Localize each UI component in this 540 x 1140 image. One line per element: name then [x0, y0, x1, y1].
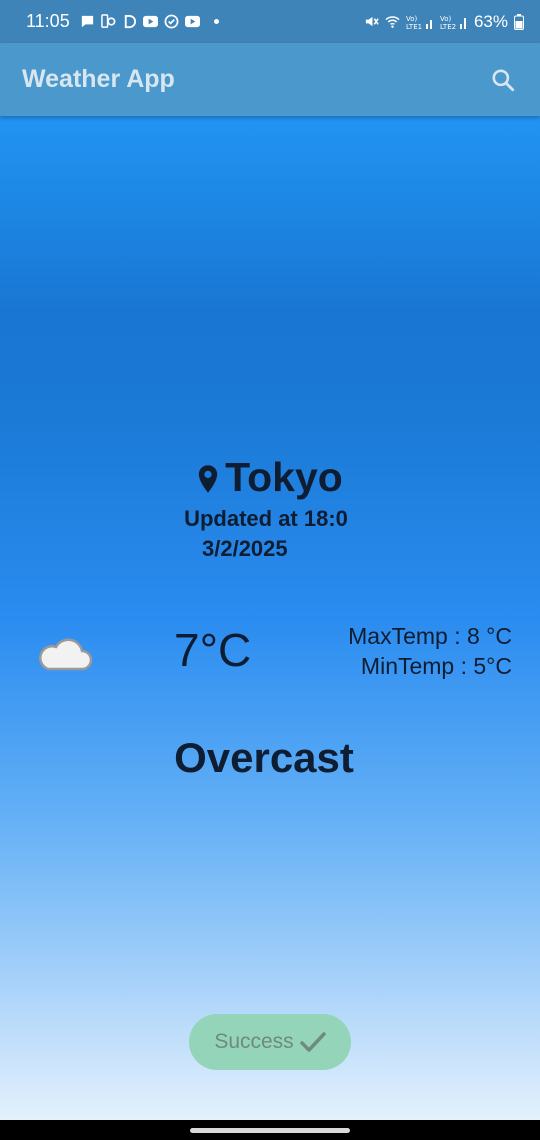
battery-icon [514, 13, 524, 30]
app-title: Weather App [22, 65, 175, 93]
message-icon [81, 15, 93, 28]
weather-condition: Overcast [174, 734, 354, 781]
status-bar: 11:05 Vo) LTE1 Vo) LTE2 63% [0, 0, 540, 43]
status-right: Vo) LTE1 Vo) LTE2 63% [364, 12, 524, 32]
search-icon [492, 68, 515, 91]
battery-percent: 63% [473, 11, 508, 31]
svg-text:Vo): Vo) [406, 15, 418, 23]
updated-date-line: 3/2/2025 [202, 536, 288, 561]
wifi-icon [385, 16, 400, 28]
youtube-icon [184, 15, 200, 28]
navigation-bar [0, 1120, 540, 1140]
home-indicator[interactable] [190, 1128, 350, 1133]
status-time: 11:05 [26, 11, 70, 31]
cloud-icon [39, 638, 93, 671]
city-name: Tokyo [225, 454, 343, 500]
lte2-signal-icon: Vo)LTE2 [440, 15, 466, 30]
updated-time-line: Updated at 18:0 [184, 506, 348, 531]
checkmark-icon [299, 1032, 326, 1052]
weather-row: 7°C MaxTemp : 8 °C MinTemp : 5°C [0, 621, 540, 691]
temperature: 7°C [174, 624, 252, 676]
app-bar: Weather App [0, 43, 540, 116]
weather-content: Tokyo Updated at 18:0 3/2/2025 7°C MaxTe… [0, 116, 540, 1120]
success-toast: Success [189, 1014, 351, 1070]
min-temp: MinTemp : 5°C [360, 653, 512, 679]
check-circle-icon [164, 14, 179, 29]
location-row: Tokyo [0, 454, 540, 501]
lte1-signal-icon: Vo)LTE1 [406, 15, 432, 30]
success-label: Success [214, 1030, 294, 1053]
updated-time: Updated at 18:0 3/2/2025 [0, 506, 540, 562]
svg-text:LTE1: LTE1 [406, 23, 422, 30]
location-pin-icon [198, 464, 218, 493]
status-left: 11:05 [26, 11, 219, 32]
svg-text:LTE2: LTE2 [440, 23, 456, 30]
d-icon [124, 14, 136, 29]
notification-dot [213, 19, 219, 24]
search-button[interactable] [488, 65, 518, 95]
svg-text:Vo): Vo) [440, 15, 452, 23]
youtube-icon [142, 15, 158, 28]
min-max-temp: MaxTemp : 8 °C MinTemp : 5°C [348, 621, 512, 681]
settings-phone-icon [100, 14, 116, 28]
mute-icon [365, 16, 379, 27]
max-temp: MaxTemp : 8 °C [348, 623, 512, 649]
